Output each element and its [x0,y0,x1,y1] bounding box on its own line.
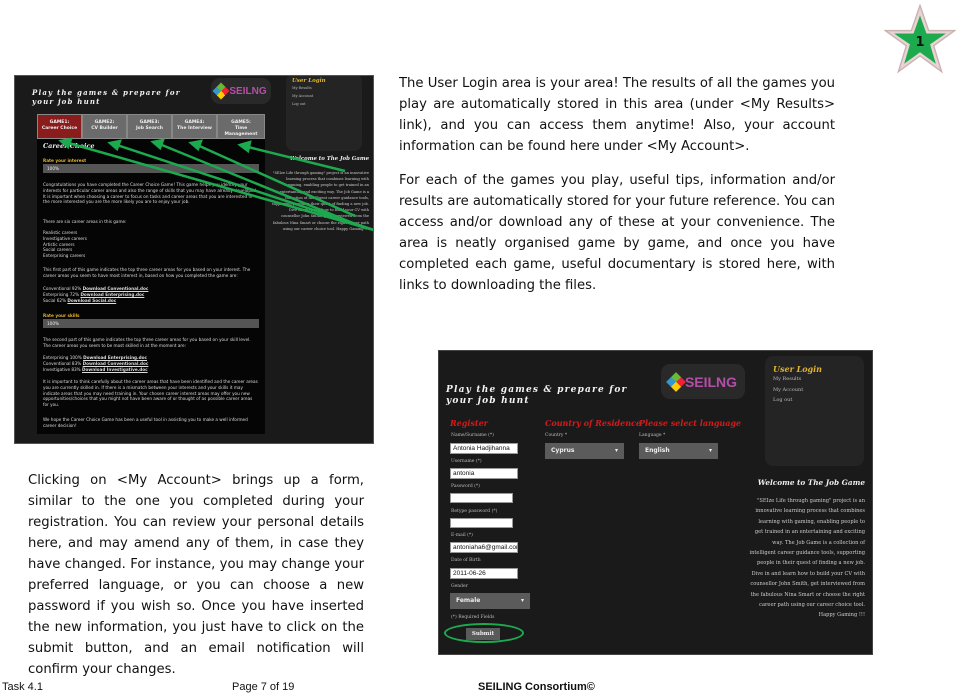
star-badge-icon: 1 [884,4,956,74]
gender-select[interactable]: Female ▾ [450,593,530,609]
chevron-down-icon: ▾ [614,447,618,454]
my-account-screenshot: Play the games & prepare for your job hu… [438,350,873,655]
dob-label: Date of Birth [451,558,481,563]
footer-task: Task 4.1 [2,681,43,693]
my-account-paragraph: Clicking on <My Account> brings up a for… [28,473,364,677]
site-title: Play the games & prepare for your job hu… [446,385,628,406]
gender-label: Gender [451,584,468,589]
my-account-link[interactable]: My Account [773,385,856,396]
right-explanation: The User Login area is your area! The re… [399,73,835,309]
welcome-text: "SEIze Life through gaming" project is a… [749,498,865,619]
country-label: Country * [545,433,568,438]
my-results-link[interactable]: My Results [773,374,856,385]
results-screenshot: Play the games & prepare for your job hu… [14,75,374,444]
arrow-to-time-management [243,144,346,173]
footer-page: Page 7 of 19 [232,681,295,693]
required-note: (*) Required Fields [451,615,495,620]
log-out-link[interactable]: Log out [773,395,856,406]
logo-text: SEILNG [684,373,738,390]
name-label: Name/Surname (*) [451,433,494,438]
email-label: E-mail (*) [451,533,473,538]
retype-password-field[interactable] [450,518,513,528]
email-field[interactable]: antoniaha6@gmail.com [450,542,518,553]
country-select[interactable]: Cyprus ▾ [545,443,624,459]
language-heading: Please select language [639,418,742,428]
arrow-to-cv-builder [113,142,373,231]
chevron-down-icon: ▾ [708,447,712,454]
user-login-panel: User Login My Results My Account Log out [765,356,864,466]
welcome-heading: Welcome to The Job Game [757,478,865,487]
highlight-ellipse [444,623,524,643]
user-login-heading: User Login [773,364,822,374]
password-field[interactable] [450,493,513,503]
register-heading: Register [450,418,488,428]
language-label: Language * [639,433,666,438]
arrow-to-job-search [156,141,366,230]
user-login-paragraph: The User Login area is your area! The re… [399,76,835,154]
badge-number: 1 [915,35,924,50]
name-field[interactable]: Antonia Hadjihanna [450,443,518,454]
username-label: Username (*) [451,459,482,464]
retype-password-label: Retype password (*) [451,509,498,514]
green-arrows [58,137,373,232]
country-heading: Country of Residence [545,418,641,428]
username-field[interactable]: antonia [450,468,518,479]
footer-consortium: SEILING Consortium© [478,681,595,693]
seiling-logo: SEILNG [661,364,745,399]
games-paragraph: For each of the games you play, useful t… [399,173,836,293]
password-label: Password (*) [451,484,480,489]
language-select[interactable]: English ▾ [639,443,718,459]
chevron-down-icon: ▾ [520,597,524,604]
dob-field[interactable]: 2011-06-26 [450,568,518,579]
